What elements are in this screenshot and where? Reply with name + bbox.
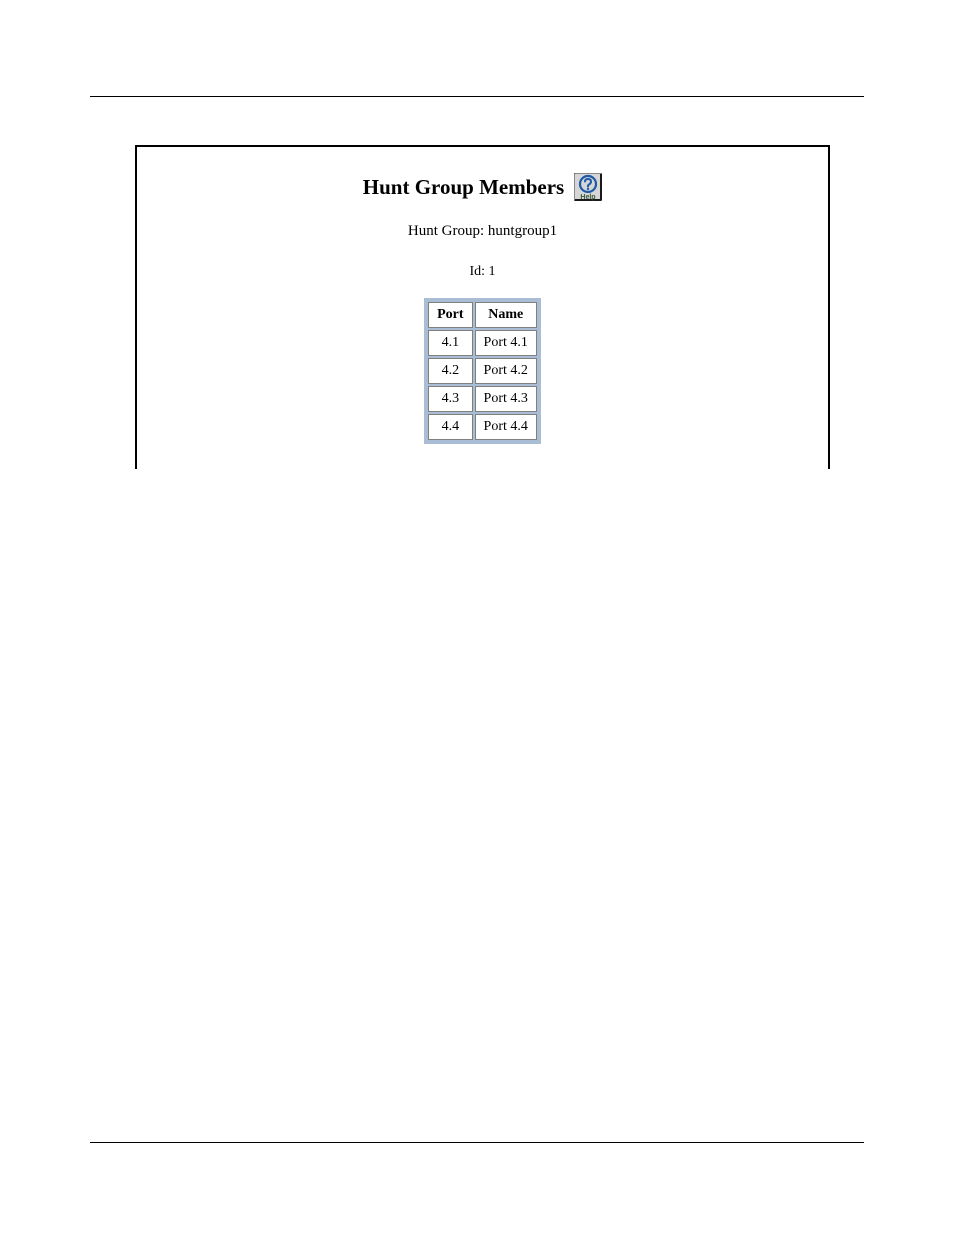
table-header-row: Port Name — [428, 302, 537, 328]
table-row: 4.2 Port 4.2 — [428, 358, 537, 384]
cell-port: 4.2 — [428, 358, 472, 384]
cell-name: Port 4.3 — [475, 386, 537, 412]
top-divider — [90, 96, 864, 97]
table-row: 4.1 Port 4.1 — [428, 330, 537, 356]
cell-port: 4.1 — [428, 330, 472, 356]
members-table: Port Name 4.1 Port 4.1 4.2 Port 4.2 4.3 — [424, 298, 541, 444]
col-header-port: Port — [428, 302, 472, 328]
help-icon[interactable]: Help — [574, 173, 602, 201]
table-row: 4.4 Port 4.4 — [428, 414, 537, 440]
cell-port: 4.4 — [428, 414, 472, 440]
col-header-name: Name — [475, 302, 537, 328]
cell-port: 4.3 — [428, 386, 472, 412]
page-title: Hunt Group Members — [363, 175, 564, 200]
cell-name: Port 4.2 — [475, 358, 537, 384]
id-label: Id: 1 — [137, 264, 828, 280]
table-row: 4.3 Port 4.3 — [428, 386, 537, 412]
cell-name: Port 4.4 — [475, 414, 537, 440]
bottom-divider — [90, 1142, 864, 1143]
hunt-group-label: Hunt Group: huntgroup1 — [137, 223, 828, 240]
content-panel: Hunt Group Members Help Hunt Group: hunt… — [135, 145, 830, 469]
title-row: Hunt Group Members Help — [137, 173, 828, 201]
document-page: Hunt Group Members Help Hunt Group: hunt… — [0, 0, 954, 1235]
members-table-wrap: Port Name 4.1 Port 4.1 4.2 Port 4.2 4.3 — [137, 298, 828, 444]
cell-name: Port 4.1 — [475, 330, 537, 356]
svg-text:Help: Help — [581, 194, 596, 201]
